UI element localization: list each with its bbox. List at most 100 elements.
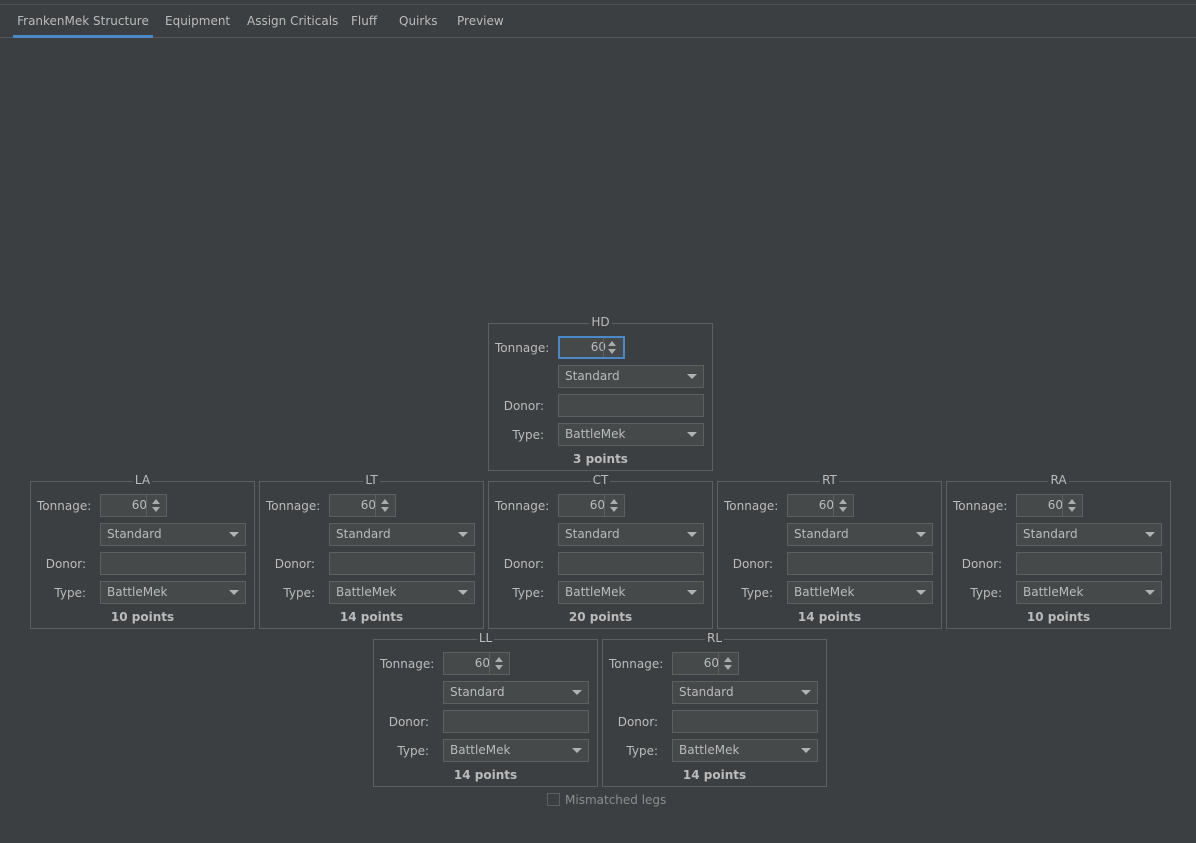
structure-select[interactable]: Standard [443,681,589,704]
structure-select[interactable]: Standard [558,523,704,546]
tonnage-spinner[interactable]: 60 [672,652,739,675]
type-select[interactable]: BattleMek [672,739,818,762]
chevron-down-icon[interactable] [1145,532,1155,537]
tonnage-value[interactable]: 60 [330,495,376,516]
tab-frankenmek-structure[interactable]: FrankenMek Structure [13,5,153,38]
donor-field[interactable] [100,552,246,575]
spin-up-icon[interactable] [1068,499,1076,504]
structure-select[interactable]: Standard [672,681,818,704]
donor-field[interactable] [329,552,475,575]
type-select[interactable]: BattleMek [558,423,704,446]
spin-up-icon[interactable] [381,499,389,504]
panel-la: LA Tonnage: 60 Standard Donor: Type: Bat… [30,473,255,629]
chevron-down-icon[interactable] [229,590,239,595]
spin-down-icon[interactable] [495,665,503,670]
tab-overflow-stub [0,5,5,37]
type-value: BattleMek [336,585,397,599]
tonnage-value[interactable]: 60 [444,653,490,674]
structure-value: Standard [565,369,620,383]
structure-select[interactable]: Standard [1016,523,1162,546]
tab-assign-criticals[interactable]: Assign Criticals [247,5,338,37]
type-value: BattleMek [679,743,740,757]
type-select[interactable]: BattleMek [100,581,246,604]
chevron-down-icon[interactable] [687,590,697,595]
tonnage-value[interactable]: 60 [673,653,719,674]
spin-up-icon[interactable] [724,657,732,662]
tonnage-spinner[interactable]: 60 [329,494,396,517]
spinner-buttons[interactable] [489,653,509,674]
chevron-down-icon[interactable] [458,590,468,595]
donor-field[interactable] [558,552,704,575]
structure-select[interactable]: Standard [558,365,704,388]
chevron-down-icon[interactable] [572,690,582,695]
donor-field[interactable] [672,710,818,733]
structure-select[interactable]: Standard [329,523,475,546]
chevron-down-icon[interactable] [458,532,468,537]
tonnage-value[interactable]: 60 [559,495,605,516]
chevron-down-icon[interactable] [1145,590,1155,595]
chevron-down-icon[interactable] [916,532,926,537]
chevron-down-icon[interactable] [801,748,811,753]
chevron-down-icon[interactable] [572,748,582,753]
tonnage-label: Tonnage: [495,499,550,513]
tonnage-spinner[interactable]: 60 [1016,494,1083,517]
panel-rl: RL Tonnage: 60 Standard Donor: Type: Bat… [602,631,827,787]
type-select[interactable]: BattleMek [558,581,704,604]
tab-quirks[interactable]: Quirks [399,5,438,37]
chevron-down-icon[interactable] [687,374,697,379]
type-select[interactable]: BattleMek [443,739,589,762]
tonnage-spinner[interactable]: 60 [100,494,167,517]
panel-title: LL [374,631,597,645]
spin-up-icon[interactable] [839,499,847,504]
chevron-down-icon[interactable] [687,532,697,537]
spin-down-icon[interactable] [381,507,389,512]
donor-label: Donor: [732,557,773,571]
donor-field[interactable] [558,394,704,417]
spinner-buttons[interactable] [1062,495,1082,516]
chevron-down-icon[interactable] [916,590,926,595]
type-select[interactable]: BattleMek [329,581,475,604]
donor-label: Donor: [274,557,315,571]
chevron-down-icon[interactable] [801,690,811,695]
points-label: 10 points [1026,610,1091,624]
panel-title-text: RA [1048,473,1069,487]
spinner-buttons[interactable] [375,495,395,516]
structure-select[interactable]: Standard [100,523,246,546]
tonnage-value[interactable]: 60 [788,495,834,516]
spin-down-icon[interactable] [152,507,160,512]
tab-fluff[interactable]: Fluff [351,5,377,37]
type-select[interactable]: BattleMek [787,581,933,604]
mismatched-legs-checkbox[interactable] [547,793,560,806]
spin-down-icon[interactable] [839,507,847,512]
spinner-buttons[interactable] [603,338,623,357]
spinner-buttons[interactable] [718,653,738,674]
donor-field[interactable] [443,710,589,733]
tonnage-spinner[interactable]: 60 [787,494,854,517]
spin-down-icon[interactable] [1068,507,1076,512]
spin-up-icon[interactable] [610,499,618,504]
tonnage-value[interactable]: 60 [101,495,147,516]
spin-up-icon[interactable] [495,657,503,662]
tonnage-spinner[interactable]: 60 [558,494,625,517]
spinner-buttons[interactable] [604,495,624,516]
chevron-down-icon[interactable] [229,532,239,537]
spin-up-icon[interactable] [608,341,616,346]
type-label: Type: [626,744,658,758]
tonnage-value[interactable]: 60 [1017,495,1063,516]
tab-preview[interactable]: Preview [457,5,504,37]
tab-equipment[interactable]: Equipment [165,5,230,37]
spinner-buttons[interactable] [146,495,166,516]
tonnage-spinner[interactable]: 60 [443,652,510,675]
spinner-buttons[interactable] [833,495,853,516]
spin-down-icon[interactable] [608,349,616,354]
spin-down-icon[interactable] [724,665,732,670]
chevron-down-icon[interactable] [687,432,697,437]
tonnage-value[interactable]: 60 [560,338,606,357]
spin-up-icon[interactable] [152,499,160,504]
donor-field[interactable] [787,552,933,575]
tonnage-spinner[interactable]: 60 [558,336,625,359]
spin-down-icon[interactable] [610,507,618,512]
donor-field[interactable] [1016,552,1162,575]
structure-select[interactable]: Standard [787,523,933,546]
type-select[interactable]: BattleMek [1016,581,1162,604]
